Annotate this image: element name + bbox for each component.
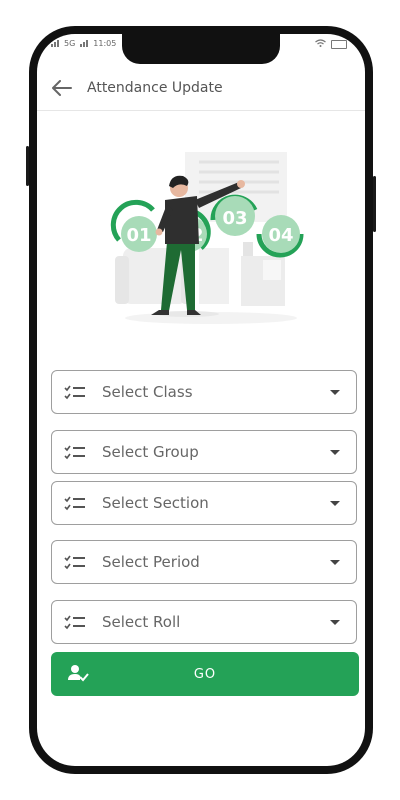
network-label: 5G — [64, 39, 76, 48]
class-select-label: Select Class — [102, 383, 193, 401]
step-label-1: 01 — [126, 225, 151, 246]
battery-icon — [331, 39, 347, 49]
section-select[interactable]: Select Section — [51, 481, 357, 525]
dropdown-arrow-icon — [330, 559, 340, 565]
class-select[interactable]: Select Class — [51, 370, 357, 414]
signal-icon-2 — [80, 40, 89, 47]
dropdown-arrow-icon — [330, 500, 340, 506]
checklist-icon — [64, 442, 90, 462]
period-select-label: Select Period — [102, 553, 200, 571]
back-button[interactable] — [47, 73, 77, 103]
power-button — [373, 176, 376, 232]
roll-select-label: Select Roll — [102, 613, 181, 631]
camera-notch — [122, 34, 280, 64]
app-bar: Attendance Update — [37, 66, 365, 111]
go-button[interactable]: GO — [51, 652, 359, 696]
period-select[interactable]: Select Period — [51, 540, 357, 584]
group-select[interactable]: Select Group — [51, 430, 357, 474]
checklist-icon — [64, 612, 90, 632]
page-title: Attendance Update — [87, 80, 223, 96]
group-select-label: Select Group — [102, 443, 199, 461]
checklist-icon — [64, 493, 90, 513]
attendance-illustration: 01 02 03 04 — [110, 152, 304, 324]
screen: 5G 11:05 Attendance Update 01 03 04 Sele… — [37, 34, 365, 766]
dropdown-arrow-icon — [330, 449, 340, 455]
checklist-icon — [64, 382, 90, 402]
checklist-icon — [64, 552, 90, 572]
arrow-left-icon — [52, 80, 72, 96]
go-button-label: GO — [193, 666, 217, 682]
section-select-label: Select Section — [102, 494, 209, 512]
signal-icon — [51, 40, 59, 47]
step-label-3: 03 — [222, 208, 247, 229]
dropdown-arrow-icon — [330, 389, 340, 395]
wifi-icon — [315, 39, 326, 49]
step-label-4: 04 — [268, 225, 293, 246]
status-time: 11:05 — [93, 39, 117, 48]
phone-frame: 5G 11:05 Attendance Update 01 03 04 Sele… — [26, 26, 376, 774]
dropdown-arrow-icon — [330, 619, 340, 625]
volume-button — [26, 146, 29, 186]
user-check-icon — [67, 664, 89, 686]
roll-select[interactable]: Select Roll — [51, 600, 357, 644]
